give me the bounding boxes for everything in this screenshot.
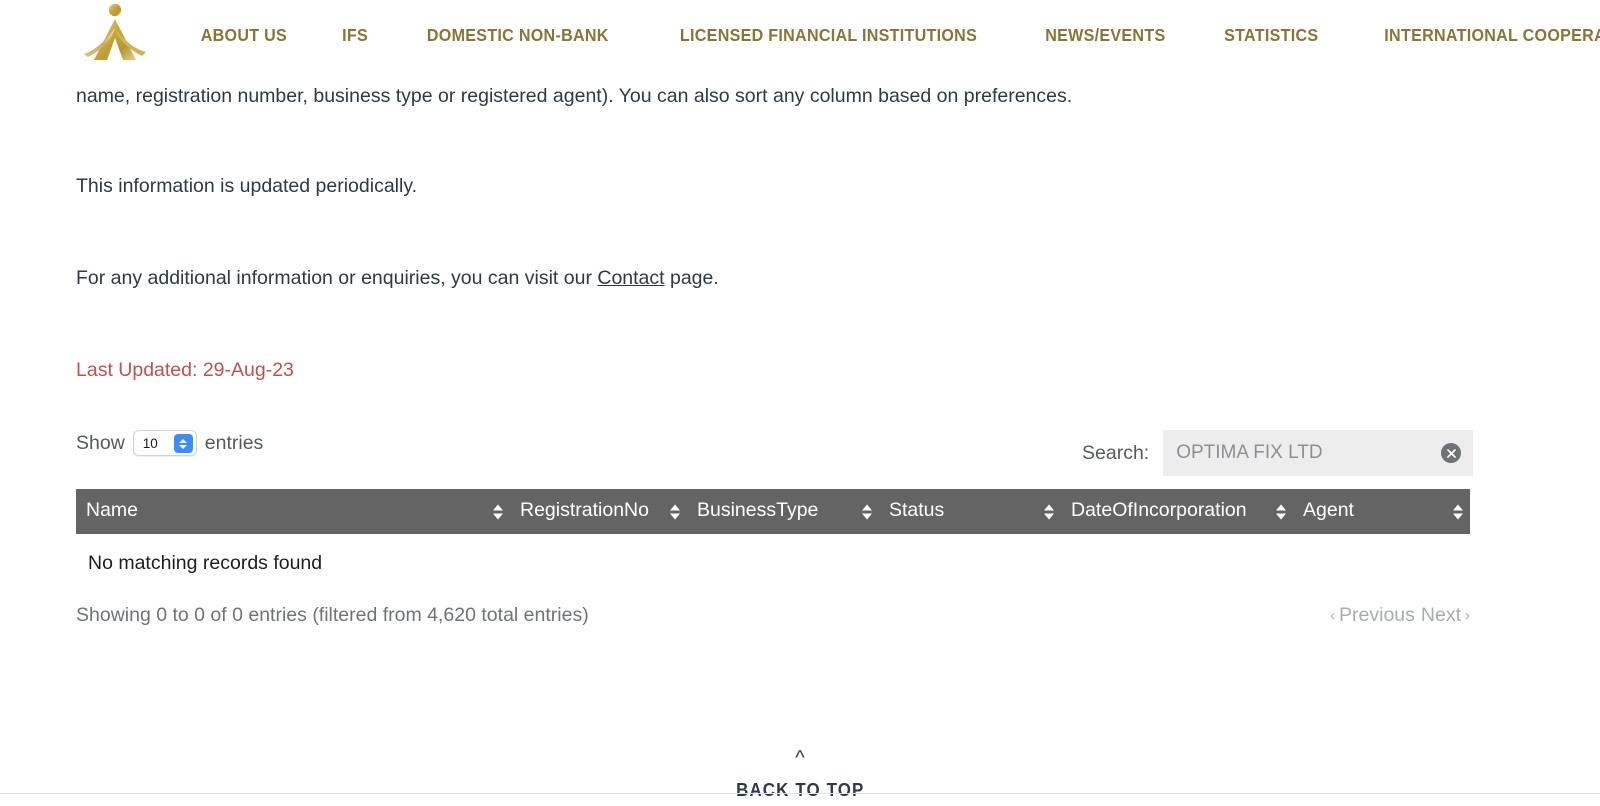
back-to-top-button[interactable]: ^ BACK TO TOP <box>0 740 1600 806</box>
page-length-value: 10 <box>142 435 158 451</box>
entries-label: entries <box>204 431 264 454</box>
pagination-next[interactable]: Next › <box>1421 604 1470 627</box>
chevron-left-icon: ‹ <box>1330 607 1336 624</box>
contact-paragraph: For any additional information or enquir… <box>76 262 719 294</box>
column-label: RegistrationNo <box>520 498 649 521</box>
column-header-agent[interactable]: Agent <box>1293 489 1470 534</box>
nav-item-domestic-non-bank[interactable]: DOMESTIC NON-BANK <box>404 19 632 52</box>
column-header-name[interactable]: Name <box>76 489 510 534</box>
chevron-up-icon: ^ <box>795 747 805 769</box>
search-input-wrapper <box>1163 430 1474 476</box>
column-label: Name <box>86 498 139 521</box>
periodic-update-note: This information is updated periodically… <box>76 175 418 197</box>
table-info-text: Showing 0 to 0 of 0 entries (filtered fr… <box>76 604 589 626</box>
search-label: Search: <box>1082 441 1150 464</box>
main-navigation: ABOUT US IFS DOMESTIC NON-BANK LICENSED … <box>172 19 1600 52</box>
empty-message: No matching records found <box>76 534 1470 589</box>
back-to-top-label: BACK TO TOP <box>735 780 865 800</box>
entries-length-control: Show 10 entries <box>76 430 263 456</box>
pagination-controls: ‹ Previous Next › <box>1330 604 1470 627</box>
contact-link[interactable]: Contact <box>597 267 664 289</box>
search-filter-control: Search: <box>1082 430 1474 476</box>
contact-suffix-text: page. <box>664 267 719 289</box>
table-body: No matching records found <box>76 534 1470 589</box>
pagination-previous[interactable]: ‹ Previous <box>1330 604 1415 627</box>
column-label: BusinessType <box>697 498 819 521</box>
pagination-next-label: Next <box>1420 604 1461 626</box>
column-header-registrationno[interactable]: RegistrationNo <box>510 489 687 534</box>
column-header-dateofincorporation[interactable]: DateOfIncorporation <box>1061 489 1293 534</box>
sort-arrows-icon[interactable] <box>862 504 872 519</box>
search-input[interactable] <box>1163 430 1474 476</box>
fsa-logo-icon[interactable] <box>76 0 154 68</box>
column-header-status[interactable]: Status <box>879 489 1061 534</box>
sort-arrows-icon[interactable] <box>1276 504 1286 519</box>
table-empty-row: No matching records found <box>76 534 1470 589</box>
nav-item-news-events[interactable]: NEWS/EVENTS <box>1022 19 1188 52</box>
nav-item-statistics[interactable]: STATISTICS <box>1201 19 1341 52</box>
column-label: Agent <box>1303 498 1354 521</box>
nav-item-about-us[interactable]: ABOUT US <box>178 19 310 52</box>
footer-divider <box>0 793 1600 794</box>
column-header-businesstype[interactable]: BusinessType <box>687 489 879 534</box>
table-head: Name RegistrationNo BusinessType Status … <box>76 489 1470 534</box>
sort-arrows-icon[interactable] <box>670 504 680 519</box>
last-updated-text: Last Updated: 29-Aug-23 <box>76 359 294 381</box>
show-label: Show <box>76 431 125 454</box>
table-header-row: Name RegistrationNo BusinessType Status … <box>76 489 1470 534</box>
sort-arrows-icon[interactable] <box>1044 504 1054 519</box>
chevron-right-icon: › <box>1465 607 1470 624</box>
contact-prefix-text: For any additional information or enquir… <box>76 267 598 289</box>
column-label: Status <box>889 498 945 521</box>
entity-results-table: Name RegistrationNo BusinessType Status … <box>76 489 1470 589</box>
sort-arrows-icon[interactable] <box>1453 504 1463 519</box>
column-label: DateOfIncorporation <box>1071 498 1247 521</box>
nav-item-ifs[interactable]: IFS <box>319 19 391 52</box>
sort-arrows-icon[interactable] <box>493 504 503 519</box>
pagination-previous-label: Previous <box>1339 604 1415 626</box>
nav-item-international-cooperation[interactable]: INTERNATIONAL COOPERATION <box>1361 19 1600 52</box>
header-inner: ABOUT US IFS DOMESTIC NON-BANK LICENSED … <box>0 0 1600 72</box>
page-length-select[interactable]: 10 <box>132 430 197 456</box>
site-header: ABOUT US IFS DOMESTIC NON-BANK LICENSED … <box>0 0 1600 72</box>
stepper-icon[interactable] <box>173 434 193 453</box>
nav-item-licensed-financial-institutions[interactable]: LICENSED FINANCIAL INSTITUTIONS <box>656 19 999 52</box>
